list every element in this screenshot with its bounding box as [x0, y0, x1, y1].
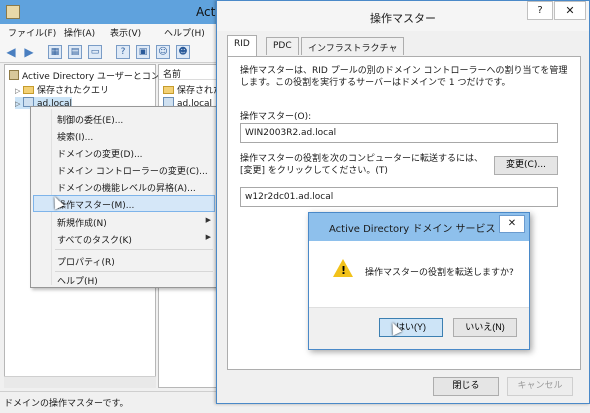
rid-description: 操作マスターは、RID プールの別のドメイン コントローラーへの割り当てを管理し… [240, 66, 568, 88]
ops-master-field[interactable]: WIN2003R2.ad.local [240, 123, 558, 143]
close-icon[interactable]: ✕ [499, 215, 525, 233]
transfer-label: 操作マスターの役割を次のコンピューターに転送するには、[変更] をクリックしてく… [240, 154, 484, 176]
close-icon[interactable]: ✕ [554, 1, 586, 20]
user-icon[interactable]: ☺ [156, 45, 170, 59]
folder-icon [23, 86, 34, 94]
tab-pdc[interactable]: PDC [266, 37, 299, 55]
menu-item-find[interactable]: 検索(I)... [33, 127, 215, 144]
back-arrow-icon[interactable]: ◀ [4, 45, 18, 59]
menu-item-change-domain[interactable]: ドメインの変更(D)... [33, 144, 215, 161]
tree-horizontal-scrollbar[interactable] [4, 376, 156, 388]
menu-item-properties[interactable]: プロパティ(R) [33, 252, 215, 269]
expand-icon[interactable]: ▷ [15, 87, 23, 95]
group-icon[interactable]: ☻ [176, 45, 190, 59]
menu-item-label: すべてのタスク(K) [57, 236, 132, 246]
tab-rid[interactable]: RID [227, 35, 257, 56]
menu-view[interactable]: 表示(V) [110, 26, 141, 39]
submenu-arrow-icon: ▶ [205, 216, 211, 224]
confirm-button-bar: はい(Y) いいえ(N) [309, 307, 529, 349]
no-button[interactable]: いいえ(N) [453, 318, 517, 337]
tree-item-root[interactable]: Active Directory ユーザーとコン [9, 69, 160, 82]
copy-icon[interactable]: ▭ [88, 45, 102, 59]
confirm-dialog: Active Directory ドメイン サービス ✕ ! 操作マスターの役割… [308, 212, 530, 350]
app-icon [6, 5, 20, 19]
cancel-button[interactable]: キャンセル [507, 377, 573, 396]
warning-exclamation-icon: ! [341, 264, 347, 277]
status-text: ドメインの操作マスターです。 [4, 399, 129, 409]
menu-item-help[interactable]: ヘルプ(H) [33, 271, 215, 288]
confirm-message: 操作マスターの役割を転送しますか? [365, 268, 514, 278]
menu-item-change-dc[interactable]: ドメイン コントローラーの変更(C)... [33, 161, 215, 178]
dialog-title-bar[interactable]: 操作マスター ? ✕ [217, 1, 589, 31]
tree-item-saved-queries[interactable]: ▷ 保存されたクエリ [15, 83, 109, 96]
confirm-title-bar[interactable]: Active Directory ドメイン サービス ✕ [309, 213, 529, 241]
menu-item-new[interactable]: 新規作成(N) ▶ [33, 213, 215, 230]
tree-saved-queries-label: 保存されたクエリ [37, 86, 110, 96]
status-bar: ドメインの操作マスターです。 [0, 391, 218, 413]
tab-infrastructure[interactable]: インフラストラクチャ [301, 37, 405, 55]
change-button[interactable]: 変更(C)... [494, 156, 558, 175]
target-computer-field[interactable]: w12r2dc01.ad.local [240, 187, 558, 207]
submenu-arrow-icon: ▶ [205, 233, 211, 241]
list-item[interactable]: 保存された [163, 83, 222, 96]
ad-users-icon [9, 70, 19, 80]
column-header-name[interactable]: 名前 [159, 65, 217, 80]
help-button[interactable]: ? [527, 1, 553, 20]
menu-item-all-tasks[interactable]: すべてのタスク(K) ▶ [33, 230, 215, 247]
expand-icon[interactable]: ▷ [15, 100, 23, 108]
folder-icon [163, 86, 174, 94]
console-tree-icon[interactable]: ▦ [48, 45, 62, 59]
menu-file[interactable]: ファイル(F) [8, 26, 56, 39]
forward-arrow-icon[interactable]: ▶ [22, 45, 36, 59]
help-icon[interactable]: ? [116, 45, 130, 59]
menu-item-raise-functional-level[interactable]: ドメインの機能レベルの昇格(A)... [33, 178, 215, 195]
menu-action[interactable]: 操作(A) [64, 26, 95, 39]
menu-separator [55, 249, 213, 250]
list-view-icon[interactable]: ▤ [68, 45, 82, 59]
properties-icon[interactable]: ▣ [136, 45, 150, 59]
menu-item-delegate-control[interactable]: 制御の委任(E)... [33, 110, 215, 127]
menu-help[interactable]: ヘルプ(H) [164, 26, 205, 39]
confirm-title: Active Directory ドメイン サービス [329, 224, 496, 235]
close-button[interactable]: 閉じる [433, 377, 499, 396]
tree-root-label: Active Directory ユーザーとコン [22, 72, 160, 82]
ops-master-label: 操作マスター(O): [240, 112, 312, 122]
menu-item-label: 新規作成(N) [57, 219, 107, 229]
